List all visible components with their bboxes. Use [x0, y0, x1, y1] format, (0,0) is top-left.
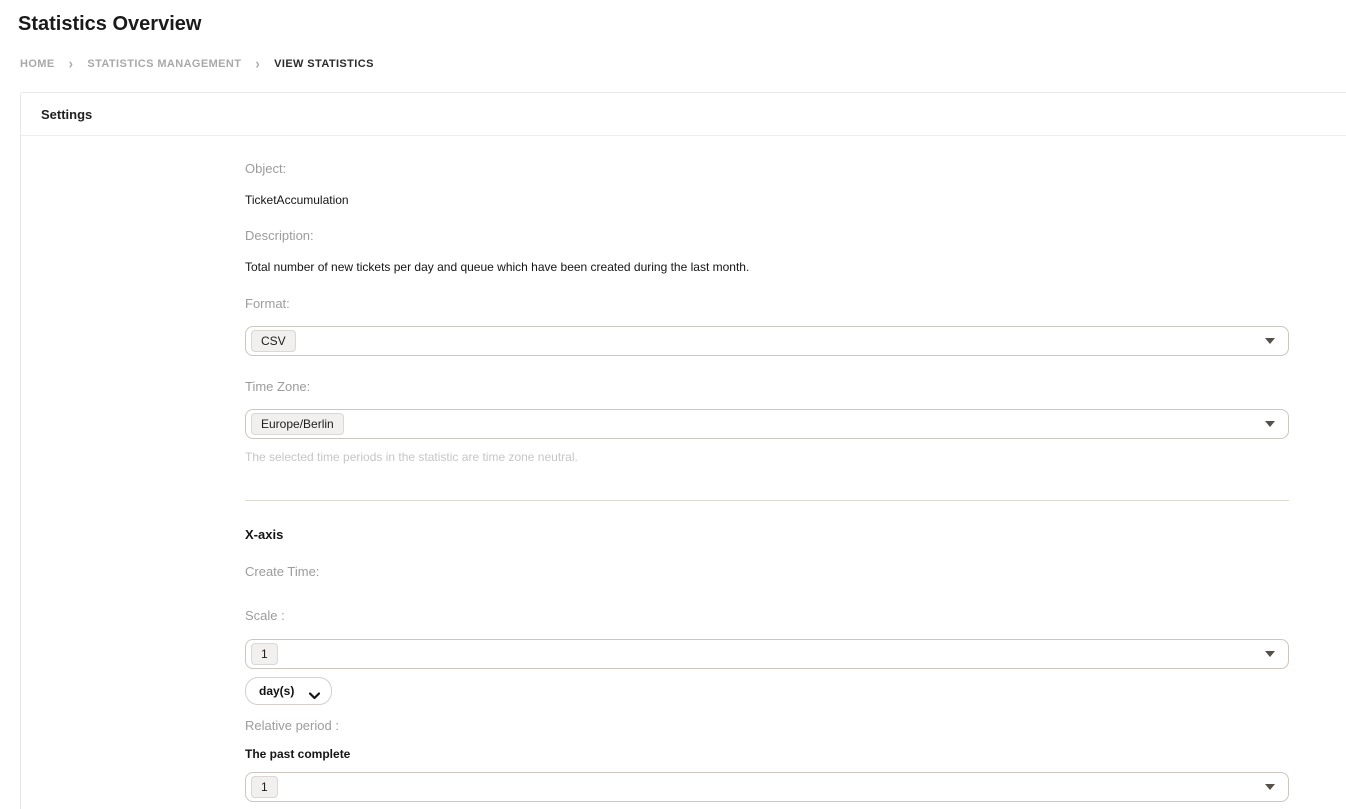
object-value: TicketAccumulation [245, 193, 1289, 207]
chevron-down-icon [309, 687, 320, 705]
settings-form: Object: TicketAccumulation Description: … [21, 136, 1346, 809]
timezone-select[interactable]: Europe/Berlin [245, 409, 1289, 439]
breadcrumb: HOME › STATISTICS MANAGEMENT › VIEW STAT… [20, 57, 1346, 70]
relative-period-kind: The past complete [245, 748, 1289, 761]
chevron-down-icon [1265, 421, 1275, 427]
format-selected-chip: CSV [251, 330, 296, 352]
settings-panel: Settings Object: TicketAccumulation Desc… [20, 92, 1346, 809]
description-label: Description: [245, 229, 1289, 243]
chevron-down-icon [1265, 651, 1275, 657]
description-value: Total number of new tickets per day and … [245, 260, 1289, 274]
object-label: Object: [245, 162, 1289, 176]
settings-panel-title: Settings [21, 93, 1346, 136]
scale-label: Scale : [245, 609, 1289, 623]
timezone-hint: The selected time periods in the statist… [245, 450, 1289, 464]
xaxis-heading: X-axis [245, 528, 1289, 542]
scale-unit-select[interactable]: day(s) [245, 677, 332, 705]
format-label: Format: [245, 297, 1289, 311]
scale-select[interactable]: 1 [245, 639, 1289, 669]
xaxis-element-label: Create Time: [245, 565, 1289, 579]
timezone-label: Time Zone: [245, 380, 1289, 394]
chevron-right-icon: › [255, 56, 260, 71]
page-title: Statistics Overview [18, 13, 1346, 36]
relative-period-label: Relative period : [245, 719, 1289, 733]
relative-period-selected-chip: 1 [251, 776, 278, 798]
scale-unit-value: day(s) [259, 684, 294, 698]
chevron-right-icon: › [69, 56, 74, 71]
chevron-down-icon [1265, 338, 1275, 344]
breadcrumb-statistics-management[interactable]: STATISTICS MANAGEMENT [87, 58, 241, 70]
scale-selected-chip: 1 [251, 643, 278, 665]
breadcrumb-view-statistics: VIEW STATISTICS [274, 58, 374, 70]
timezone-selected-chip: Europe/Berlin [251, 413, 344, 435]
relative-period-select[interactable]: 1 [245, 772, 1289, 802]
breadcrumb-home[interactable]: HOME [20, 58, 55, 70]
chevron-down-icon [1265, 784, 1275, 790]
format-select[interactable]: CSV [245, 326, 1289, 356]
section-divider [245, 500, 1289, 501]
